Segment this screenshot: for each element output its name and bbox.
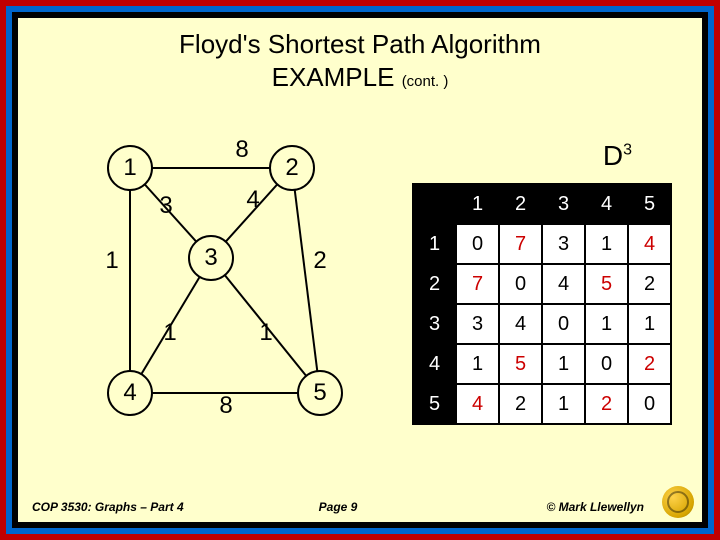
matrix-cell: 5 — [585, 264, 628, 304]
matrix-row-header: 5 — [413, 384, 456, 424]
edge-weight: 2 — [313, 247, 326, 275]
slide-title: Floyd's Shortest Path Algorithm EXAMPLE … — [18, 28, 702, 93]
matrix-cell: 1 — [456, 344, 499, 384]
distance-matrix: 12345107314270452334011415102542120 — [412, 183, 672, 425]
matrix-cell: 1 — [585, 224, 628, 264]
matrix-cell: 1 — [585, 304, 628, 344]
matrix-cell: 7 — [499, 224, 542, 264]
edge-weight: 1 — [259, 319, 272, 347]
matrix-cell: 2 — [499, 384, 542, 424]
edge-weight: 3 — [159, 192, 172, 220]
matrix-cell: 7 — [456, 264, 499, 304]
footer: COP 3530: Graphs – Part 4 Page 9 © Mark … — [18, 500, 702, 514]
matrix-col-header: 5 — [628, 184, 671, 224]
matrix-cell: 1 — [542, 344, 585, 384]
matrix-cell: 1 — [542, 384, 585, 424]
matrix-row-header: 3 — [413, 304, 456, 344]
matrix-cell: 3 — [542, 224, 585, 264]
graph-node-2: 2 — [269, 145, 315, 191]
page-number: Page 9 — [236, 500, 440, 514]
matrix-cell: 4 — [456, 384, 499, 424]
matrix-col-header: 4 — [585, 184, 628, 224]
matrix-cell: 4 — [542, 264, 585, 304]
graph-node-5: 5 — [297, 370, 343, 416]
matrix-label: D3 — [603, 140, 632, 172]
graph-node-4: 4 — [107, 370, 153, 416]
ucf-logo-icon — [662, 486, 694, 518]
matrix-row-header: 2 — [413, 264, 456, 304]
matrix-corner — [413, 184, 456, 224]
edge-weight: 8 — [219, 392, 232, 420]
matrix-cell: 5 — [499, 344, 542, 384]
title-line2: EXAMPLE — [272, 62, 395, 92]
copyright: © Mark Llewellyn — [440, 500, 688, 514]
matrix-col-header: 1 — [456, 184, 499, 224]
matrix-col-header: 3 — [542, 184, 585, 224]
matrix-row-header: 4 — [413, 344, 456, 384]
edge-weight: 1 — [105, 247, 118, 275]
matrix-cell: 3 — [456, 304, 499, 344]
graph-diagram: 12345 84321118 — [58, 138, 378, 438]
matrix-cell: 4 — [499, 304, 542, 344]
matrix-row-header: 1 — [413, 224, 456, 264]
graph-edge — [292, 168, 320, 393]
matrix-cell: 2 — [585, 384, 628, 424]
matrix-cell: 1 — [628, 304, 671, 344]
matrix-sup: 3 — [623, 142, 632, 159]
title-cont: (cont. ) — [402, 73, 449, 90]
matrix-cell: 0 — [456, 224, 499, 264]
edge-weight: 8 — [235, 136, 248, 164]
course-label: COP 3530: Graphs – Part 4 — [32, 500, 236, 514]
graph-node-3: 3 — [188, 235, 234, 281]
matrix-cell: 2 — [628, 264, 671, 304]
matrix-cell: 2 — [628, 344, 671, 384]
matrix-cell: 4 — [628, 224, 671, 264]
edge-weight: 4 — [246, 186, 259, 214]
matrix-label-text: D — [603, 140, 623, 171]
matrix-cell: 0 — [585, 344, 628, 384]
title-line1: Floyd's Shortest Path Algorithm — [179, 29, 541, 59]
edge-weight: 1 — [163, 319, 176, 347]
matrix-cell: 0 — [542, 304, 585, 344]
matrix-col-header: 2 — [499, 184, 542, 224]
matrix-cell: 0 — [628, 384, 671, 424]
graph-node-1: 1 — [107, 145, 153, 191]
matrix-cell: 0 — [499, 264, 542, 304]
slide: Floyd's Shortest Path Algorithm EXAMPLE … — [18, 18, 702, 522]
